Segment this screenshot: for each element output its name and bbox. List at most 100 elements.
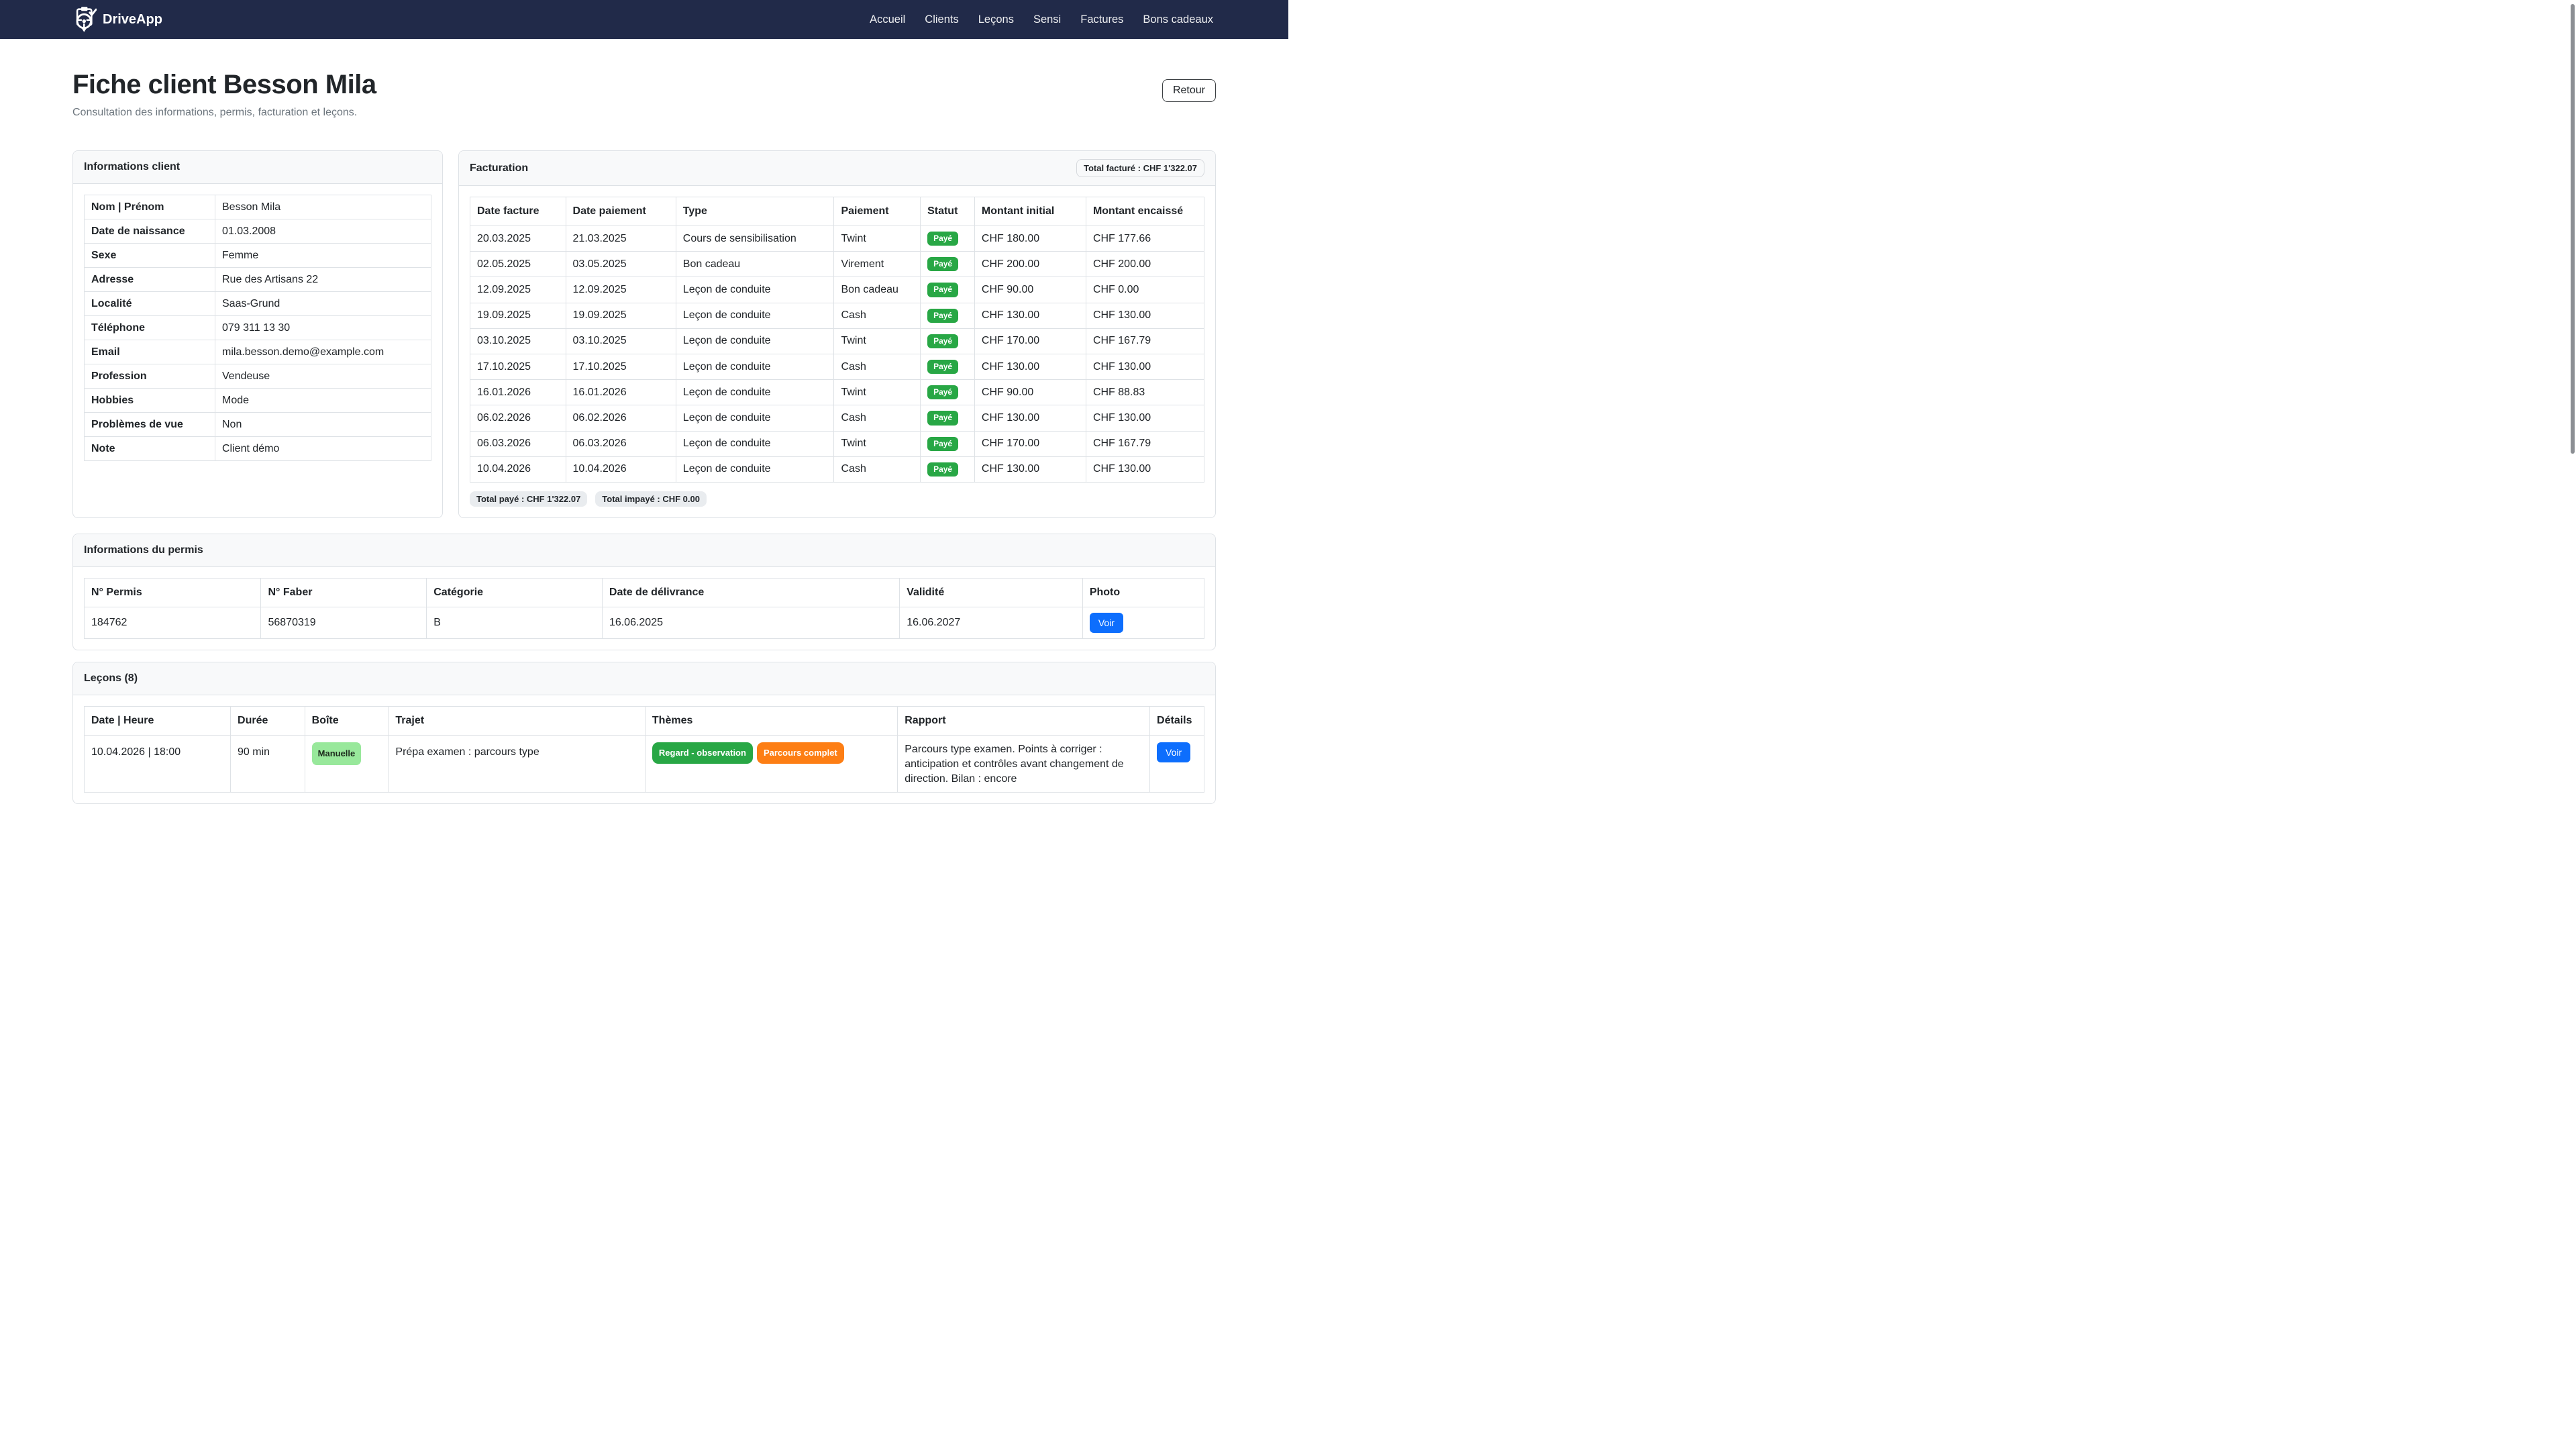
- lessons-header-row: Date | Heure Durée Boîte Trajet Thèmes R…: [85, 706, 1204, 735]
- billing-cell: Twint: [834, 328, 921, 354]
- billing-table-body: 20.03.202521.03.2025Cours de sensibilisa…: [470, 226, 1204, 483]
- billing-cell: Twint: [834, 226, 921, 252]
- billing-cell: 20.03.2025: [470, 226, 566, 252]
- billing-cell: Payé: [921, 226, 975, 252]
- client-info-label: Téléphone: [85, 316, 215, 340]
- client-info-label: Profession: [85, 364, 215, 389]
- brand[interactable]: DriveApp: [74, 6, 162, 33]
- billing-cell: CHF 177.66: [1086, 226, 1204, 252]
- client-info-value: mila.besson.demo@example.com: [215, 340, 431, 364]
- theme-badge-regard-observation: Regard - observation: [652, 742, 753, 764]
- billing-row: 17.10.202517.10.2025Leçon de conduiteCas…: [470, 354, 1204, 379]
- billing-cell: 06.02.2026: [566, 405, 676, 431]
- nav-item-sensi[interactable]: Sensi: [1033, 13, 1061, 26]
- billing-row: 06.03.202606.03.2026Leçon de conduiteTwi…: [470, 431, 1204, 456]
- scrollbar-thumb[interactable]: [2571, 4, 2575, 454]
- billing-cell: 03.10.2025: [566, 328, 676, 354]
- billing-cell: 19.09.2025: [470, 303, 566, 328]
- billing-cell: CHF 170.00: [974, 328, 1086, 354]
- billing-cell: 03.10.2025: [470, 328, 566, 354]
- billing-cell: 16.01.2026: [566, 380, 676, 405]
- top-navbar: DriveApp Accueil Clients Leçons Sensi Fa…: [0, 0, 1288, 39]
- paid-status-badge: Payé: [927, 360, 958, 374]
- billing-cell: Payé: [921, 456, 975, 482]
- billing-cell: 16.01.2026: [470, 380, 566, 405]
- lessons-col-boite: Boîte: [305, 706, 389, 735]
- billing-col-date-facture: Date facture: [470, 197, 566, 226]
- billing-col-montant-encaisse: Montant encaissé: [1086, 197, 1204, 226]
- license-faber-number: 56870319: [261, 607, 427, 638]
- client-info-label: Adresse: [85, 268, 215, 292]
- client-info-label: Nom | Prénom: [85, 195, 215, 219]
- paid-status-badge: Payé: [927, 283, 958, 297]
- nav-item-factures[interactable]: Factures: [1080, 13, 1123, 26]
- billing-cell: Leçon de conduite: [676, 277, 834, 303]
- billing-cell: CHF 130.00: [974, 456, 1086, 482]
- billing-col-paiement: Paiement: [834, 197, 921, 226]
- title-block: Fiche client Besson Mila Consultation de…: [72, 70, 376, 119]
- license-col-validite: Validité: [900, 578, 1083, 607]
- billing-cell: 06.03.2026: [566, 431, 676, 456]
- client-info-value: Femme: [215, 244, 431, 268]
- client-info-card: Informations client Nom | PrénomBesson M…: [72, 150, 443, 518]
- paid-status-badge: Payé: [927, 334, 958, 348]
- billing-col-date-paiement: Date paiement: [566, 197, 676, 226]
- lesson-details-voir-button[interactable]: Voir: [1157, 742, 1190, 762]
- billing-row: 02.05.202503.05.2025Bon cadeauVirementPa…: [470, 252, 1204, 277]
- lessons-card-header: Leçons (8): [73, 662, 1215, 695]
- license-col-photo: Photo: [1082, 578, 1204, 607]
- billing-cell: CHF 88.83: [1086, 380, 1204, 405]
- paid-status-badge: Payé: [927, 462, 958, 477]
- client-info-row: ProfessionVendeuse: [85, 364, 431, 389]
- billing-cell: CHF 130.00: [974, 405, 1086, 431]
- client-info-label: Localité: [85, 292, 215, 316]
- billing-cell: Bon cadeau: [676, 252, 834, 277]
- billing-title: Facturation: [470, 162, 528, 174]
- license-table: N° Permis N° Faber Catégorie Date de dél…: [84, 578, 1204, 639]
- billing-cell: 21.03.2025: [566, 226, 676, 252]
- license-photo-voir-button[interactable]: Voir: [1090, 613, 1123, 633]
- billing-card-body: Date facture Date paiement Type Paiement…: [459, 186, 1215, 517]
- back-button[interactable]: Retour: [1162, 79, 1216, 102]
- client-info-row: Date de naissance01.03.2008: [85, 219, 431, 244]
- client-info-row: Nom | PrénomBesson Mila: [85, 195, 431, 219]
- nav-item-bons-cadeaux[interactable]: Bons cadeaux: [1143, 13, 1213, 26]
- billing-cell: CHF 167.79: [1086, 328, 1204, 354]
- billing-col-montant-initial: Montant initial: [974, 197, 1086, 226]
- billing-cell: CHF 130.00: [1086, 456, 1204, 482]
- client-info-value: Vendeuse: [215, 364, 431, 389]
- lesson-route: Prépa examen : parcours type: [389, 735, 646, 792]
- billing-cell: 17.10.2025: [470, 354, 566, 379]
- client-info-row: HobbiesMode: [85, 389, 431, 413]
- billing-row: 06.02.202606.02.2026Leçon de conduiteCas…: [470, 405, 1204, 431]
- billing-cell: Leçon de conduite: [676, 354, 834, 379]
- client-info-label: Problèmes de vue: [85, 413, 215, 437]
- lesson-duration: 90 min: [231, 735, 305, 792]
- paid-status-badge: Payé: [927, 257, 958, 271]
- nav-item-lecons[interactable]: Leçons: [978, 13, 1014, 26]
- top-cards-row: Informations client Nom | PrénomBesson M…: [72, 150, 1216, 518]
- main-content: Fiche client Besson Mila Consultation de…: [0, 70, 1288, 804]
- billing-cell: CHF 200.00: [1086, 252, 1204, 277]
- client-info-row: AdresseRue des Artisans 22: [85, 268, 431, 292]
- paid-status-badge: Payé: [927, 309, 958, 323]
- billing-cell: CHF 0.00: [1086, 277, 1204, 303]
- client-info-value: Client démo: [215, 437, 431, 461]
- lesson-row: 10.04.2026 | 18:00 90 min Manuelle Prépa…: [85, 735, 1204, 792]
- page-subtitle: Consultation des informations, permis, f…: [72, 107, 376, 119]
- billing-cell: Twint: [834, 431, 921, 456]
- license-card-header: Informations du permis: [73, 534, 1215, 567]
- billing-cell: Payé: [921, 303, 975, 328]
- lessons-col-rapport: Rapport: [898, 706, 1150, 735]
- billing-cell: Cash: [834, 456, 921, 482]
- nav-item-accueil[interactable]: Accueil: [870, 13, 905, 26]
- billing-cell: 17.10.2025: [566, 354, 676, 379]
- billing-col-statut: Statut: [921, 197, 975, 226]
- billing-cell: CHF 130.00: [974, 303, 1086, 328]
- billing-cell: Payé: [921, 431, 975, 456]
- nav-item-clients[interactable]: Clients: [925, 13, 958, 26]
- billing-cell: CHF 170.00: [974, 431, 1086, 456]
- billing-cell: Virement: [834, 252, 921, 277]
- billing-cell: Payé: [921, 405, 975, 431]
- client-info-row: SexeFemme: [85, 244, 431, 268]
